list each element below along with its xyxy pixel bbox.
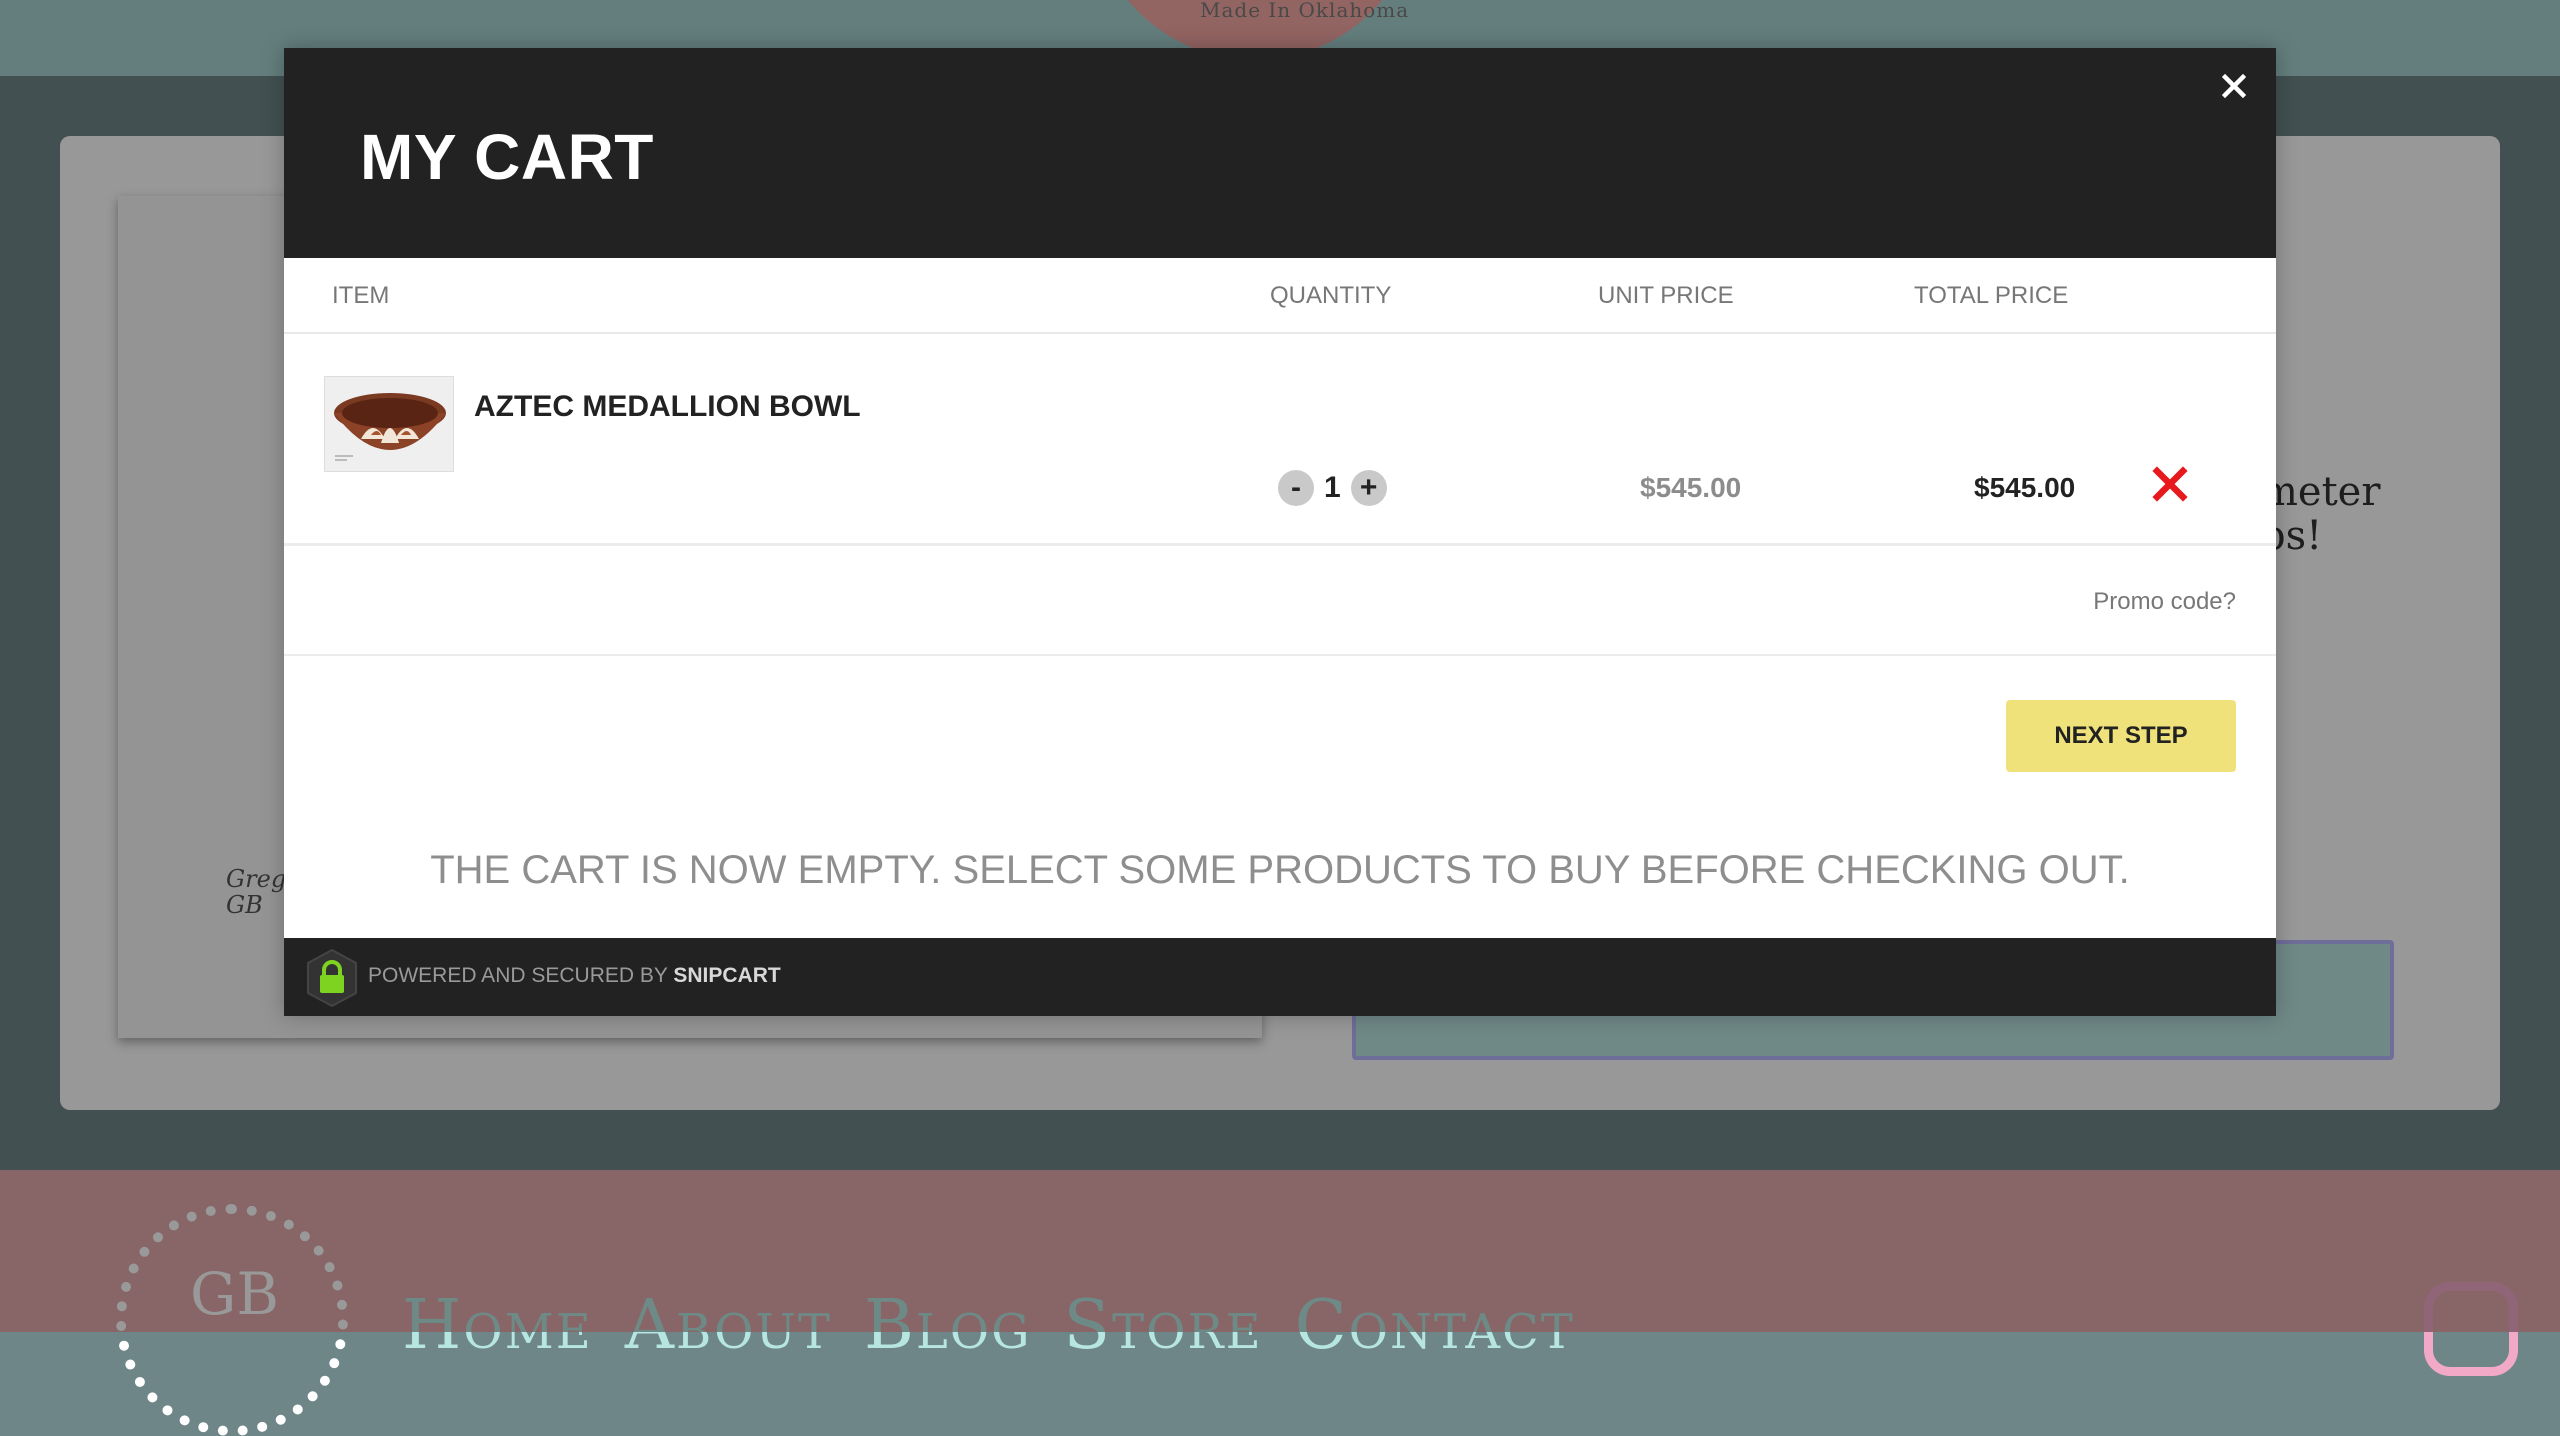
lock-icon — [304, 948, 360, 1008]
cart-item-row: AZTEC MEDALLION BOWL - 1 + $545.00 $545.… — [284, 336, 2276, 546]
product-thumbnail — [324, 376, 454, 472]
quantity-value: 1 — [1324, 471, 1341, 504]
increment-button[interactable]: + — [1350, 470, 1387, 506]
unit-price: $545.00 — [1640, 472, 1742, 503]
next-step-button[interactable]: NEXT STEP — [2006, 700, 2236, 772]
powered-by-text[interactable]: POWERED AND SECURED BY SNIPCART — [368, 964, 781, 988]
cart-footer: POWERED AND SECURED BY SNIPCART — [284, 938, 2276, 1016]
promo-row: Promo code? — [284, 546, 2276, 656]
decrement-button[interactable]: - — [1278, 470, 1314, 506]
promo-code-link[interactable]: Promo code? — [2093, 588, 2236, 616]
column-quantity: QUANTITY — [1270, 282, 1392, 309]
cart-table-header: ITEM QUANTITY UNIT PRICE TOTAL PRICE — [284, 258, 2276, 334]
cart-modal: MY CART ITEM QUANTITY UNIT PRICE TOTAL P… — [284, 48, 2276, 1016]
cart-title: MY CART — [360, 121, 654, 193]
remove-item-button[interactable] — [2150, 464, 2190, 504]
close-icon — [2222, 74, 2246, 98]
cart-header: MY CART — [284, 48, 2276, 258]
powered-prefix: POWERED AND SECURED BY — [368, 964, 668, 987]
column-item: ITEM — [332, 282, 390, 309]
column-unit-price: UNIT PRICE — [1598, 282, 1734, 309]
column-total-price: TOTAL PRICE — [1914, 282, 2069, 309]
product-name[interactable]: AZTEC MEDALLION BOWL — [474, 390, 861, 424]
remove-x-icon — [2152, 466, 2188, 502]
close-button[interactable] — [2212, 64, 2256, 108]
quantity-stepper: - 1 + — [1278, 470, 1387, 506]
total-price: $545.00 — [1974, 472, 2076, 503]
empty-cart-message: THE CART IS NOW EMPTY. SELECT SOME PRODU… — [430, 848, 2130, 892]
snipcart-brand: SNIPCART — [673, 964, 781, 987]
